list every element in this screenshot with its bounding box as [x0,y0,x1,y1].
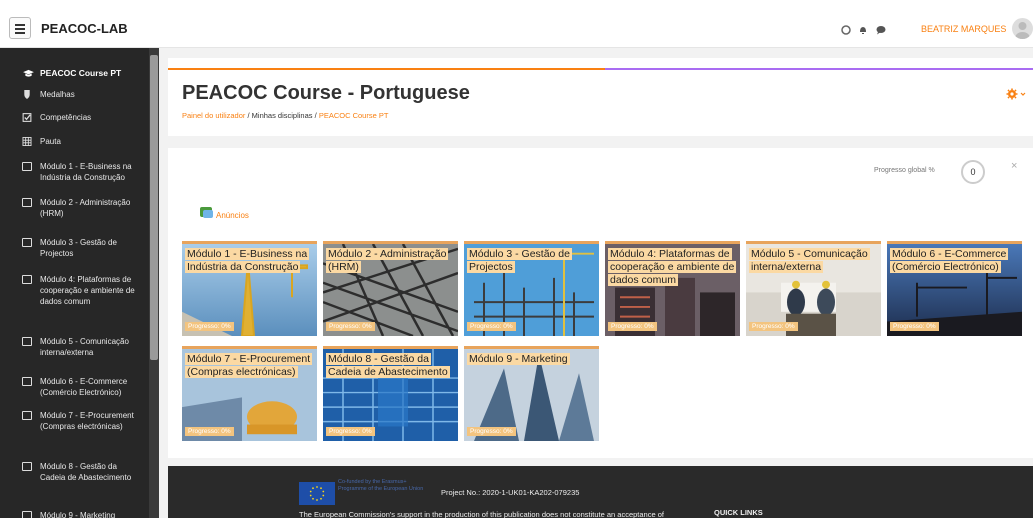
module-tile-9[interactable]: Módulo 9 - Marketing Progresso: 0% [464,346,599,441]
close-icon[interactable]: × [1011,160,1017,172]
breadcrumb-dashboard-link[interactable]: Painel do utilizador [182,111,245,120]
module-progress: Progresso: 0% [326,322,375,331]
sidebar-item-label: Módulo 4: Plataformas de cooperação e am… [40,275,135,306]
table-icon [22,137,32,146]
module-progress: Progresso: 0% [608,322,657,331]
quick-links-heading: QUICK LINKS [714,508,763,517]
module-tile-8[interactable]: Módulo 8 - Gestão da Cadeia de Abastecim… [323,346,458,441]
module-tile-title: Módulo 7 - E-Procurement (Compras electr… [185,353,313,378]
eu-flag-logo [299,482,335,505]
sidebar-item-label: Módulo 7 - E-Procurement (Compras electr… [40,411,134,431]
sidebar-item-label: Módulo 9 - Marketing [40,511,116,518]
folder-icon [22,462,32,471]
chat-icon[interactable] [876,25,886,35]
folder-icon [22,511,32,518]
folder-icon [22,337,32,346]
user-avatar[interactable] [1012,18,1033,39]
sidebar-item-label: Módulo 5 - Comunicação interna/externa [40,337,129,357]
shield-icon [24,90,30,99]
module-tile-1[interactable]: Módulo 1 - E-Business na Indústria da Co… [182,241,317,336]
announcements-link[interactable]: Anúncios [216,211,249,220]
breadcrumb-separator: / [314,111,317,120]
folder-icon [22,238,32,247]
sidebar-nav: PEACOC Course PT Medalhas Competências P… [0,48,159,518]
module-progress: Progresso: 0% [467,427,516,436]
header-accent-bar-secondary [605,68,1033,70]
folder-icon [22,275,32,284]
module-progress: Progresso: 0% [890,322,939,331]
top-navbar: PEACOC-LAB BEATRIZ MARQUES [0,0,1033,48]
module-tile-title: Módulo 2 - Administração (HRM) [326,248,449,273]
overall-progress-value: 0 [961,160,985,184]
sidebar-item-label: Módulo 3 - Gestão de Projectos [40,238,117,258]
module-tile-title: Módulo 4: Plataformas de cooperação e am… [608,248,737,286]
checkbox-icon [22,113,32,122]
sidebar-item-label: Medalhas [40,90,75,99]
sidebar-scrollbar-thumb[interactable] [150,55,158,360]
sidebar-item-label: Módulo 1 - E-Business na Indústria da Co… [40,162,132,182]
header-accent-bar [168,68,605,70]
eu-cofunded-text: Co-funded by the Erasmus+ Programme of t… [338,479,424,492]
module-tile-7[interactable]: Módulo 7 - E-Procurement (Compras electr… [182,346,317,441]
module-progress: Progresso: 0% [749,322,798,331]
globe-icon[interactable] [841,25,851,35]
module-tile-5[interactable]: Módulo 5 - Comunicação interna/externa P… [746,241,881,336]
module-tile-title: Módulo 5 - Comunicação interna/externa [749,248,870,273]
site-brand[interactable]: PEACOC-LAB [41,21,128,36]
module-tile-title: Módulo 1 - E-Business na Indústria da Co… [185,248,310,273]
sidebar-item-label: Competências [40,113,92,122]
menu-toggle-button[interactable] [9,17,31,39]
module-tile-3[interactable]: Módulo 3 - Gestão de Projectos Progresso… [464,241,599,336]
module-tile-title: Módulo 8 - Gestão da Cadeia de Abastecim… [326,353,450,378]
page-title: PEACOC Course - Portuguese [182,82,470,104]
overall-progress-label: Progresso global % [874,167,935,174]
folder-icon [22,162,32,171]
module-progress: Progresso: 0% [326,427,375,436]
sidebar-item-label: PEACOC Course PT [40,68,122,78]
module-progress: Progresso: 0% [185,427,234,436]
module-tile-4[interactable]: Módulo 4: Plataformas de cooperação e am… [605,241,740,336]
project-number: Project No.: 2020-1-UK01-KA202-079235 [441,488,580,497]
sidebar-item-label: Módulo 6 - E-Commerce (Comércio Electrón… [40,377,128,397]
footer-disclaimer: The European Commission's support in the… [299,510,664,518]
breadcrumb-course-link[interactable]: PEACOC Course PT [319,111,389,120]
graduation-cap-icon [23,69,34,77]
breadcrumb-separator: / [247,111,250,120]
module-progress: Progresso: 0% [467,322,516,331]
sidebar-item-label: Pauta [40,137,61,146]
forum-icon [200,207,213,218]
folder-icon [22,411,32,420]
breadcrumb-my-courses[interactable]: Minhas disciplinas [252,111,313,120]
bell-icon[interactable] [858,25,868,35]
gear-icon[interactable] [1006,88,1028,100]
user-name[interactable]: BEATRIZ MARQUES [921,24,1006,34]
module-tile-6[interactable]: Módulo 6 - E-Commerce (Comércio Electrón… [887,241,1022,336]
module-tile-title: Módulo 6 - E-Commerce (Comércio Electrón… [890,248,1009,273]
sidebar-item-label: Módulo 8 - Gestão da Cadeia de Abastecim… [40,462,132,482]
breadcrumb: Painel do utilizador / Minhas disciplina… [182,111,388,120]
module-tile-title: Módulo 9 - Marketing [467,353,570,365]
module-tile-2[interactable]: Módulo 2 - Administração (HRM) Progresso… [323,241,458,336]
module-tile-title: Módulo 3 - Gestão de Projectos [467,248,572,273]
module-progress: Progresso: 0% [185,322,234,331]
folder-icon [22,377,32,386]
folder-icon [22,198,32,207]
sidebar-item-label: Módulo 2 - Administração (HRM) [40,198,131,218]
